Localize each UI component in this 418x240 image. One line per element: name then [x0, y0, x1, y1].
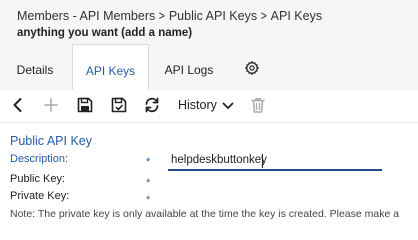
- private-key-note: Note: The private key is only available …: [10, 208, 400, 220]
- private-key-label: Private Key:: [10, 190, 70, 202]
- required-marker: *: [146, 194, 151, 206]
- breadcrumb-separator: >: [158, 8, 166, 23]
- tab-api-logs[interactable]: API Logs: [155, 44, 223, 90]
- save-close-icon[interactable]: [110, 96, 128, 114]
- save-icon[interactable]: [76, 96, 94, 114]
- tab-details[interactable]: Details: [4, 44, 66, 90]
- tab-api-logs-label: API Logs: [164, 63, 214, 77]
- back-arrow-icon[interactable]: [9, 96, 27, 114]
- chevron-down-icon: [222, 102, 234, 109]
- breadcrumb-item-members[interactable]: Members - API Members: [17, 9, 155, 23]
- tab-details-label: Details: [16, 63, 54, 77]
- add-icon[interactable]: [42, 96, 60, 114]
- description-label: Description:: [10, 153, 69, 165]
- tab-api-keys-label: API Keys: [85, 64, 136, 78]
- breadcrumb: Members - API Members > Public API Keys > AP…: [17, 8, 322, 23]
- refresh-icon[interactable]: [143, 96, 161, 114]
- gear-icon[interactable]: [244, 60, 260, 76]
- text-cursor: [262, 154, 263, 168]
- description-input[interactable]: [168, 151, 382, 171]
- record-name: anything you want (add a name): [17, 27, 193, 39]
- header-bar: Members - API Members > Public API Keys > AP…: [0, 0, 418, 44]
- trash-icon[interactable]: [249, 96, 267, 114]
- tab-bar: Details API Keys API Logs: [0, 44, 418, 91]
- public-key-label: Public Key:: [10, 173, 66, 185]
- required-marker: *: [146, 177, 151, 189]
- breadcrumb-item-public-api-keys[interactable]: Public API Keys: [169, 9, 257, 23]
- history-label: History: [178, 98, 217, 112]
- breadcrumb-separator: >: [260, 8, 267, 23]
- required-marker: *: [146, 156, 151, 168]
- history-dropdown[interactable]: History: [178, 98, 234, 112]
- section-title: Public API Key: [10, 134, 92, 148]
- tab-api-keys[interactable]: API Keys: [72, 44, 149, 91]
- breadcrumb-item-api-keys: API Keys: [270, 9, 323, 23]
